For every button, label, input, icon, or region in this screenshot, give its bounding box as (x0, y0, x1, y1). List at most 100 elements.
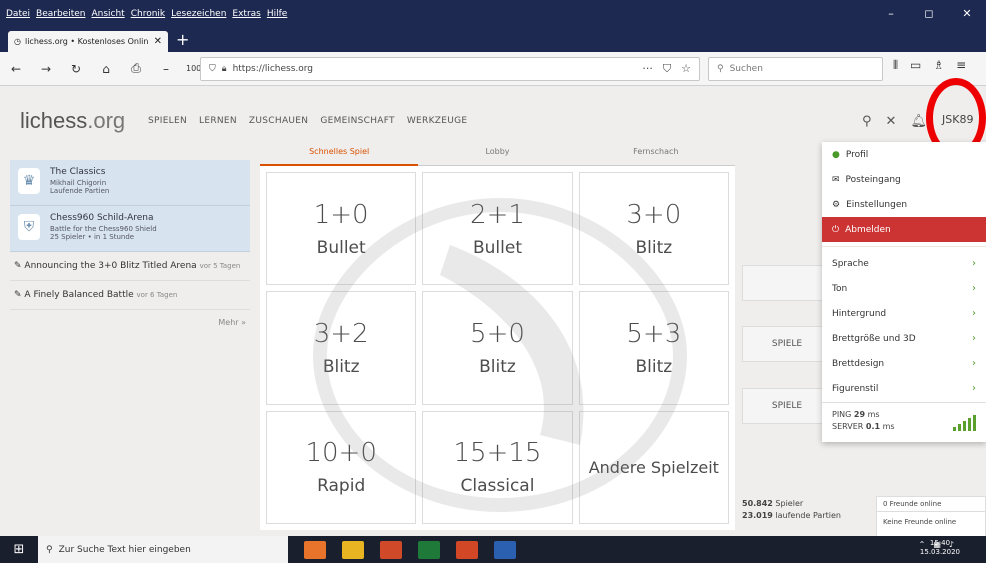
menu-item-label: Brettdesign (832, 358, 885, 369)
signal-bar (973, 415, 976, 431)
menu-lesezeichen[interactable]: Lesezeichen (171, 9, 226, 19)
search-icon: ⚲ (46, 544, 53, 555)
news-title[interactable]: Announcing the 3+0 Blitz Titled Arena (24, 261, 196, 271)
news-item[interactable]: ✎ Announcing the 3+0 Blitz Titled Arena … (10, 252, 250, 281)
menu-item-brettgroesse[interactable]: Brettgröße und 3D › (822, 326, 986, 351)
site-search-icon[interactable]: ⚲ (862, 114, 872, 129)
nav-gemeinschaft[interactable]: GEMEINSCHAFT (320, 116, 395, 126)
reload-button[interactable]: ↻ (66, 62, 86, 76)
no-friends-text: Keine Freunde online (883, 518, 957, 526)
menu-extras[interactable]: Extras (232, 9, 260, 19)
bookmark-star-icon[interactable]: ☆ (681, 62, 691, 76)
menu-item-figurenstil[interactable]: Figurenstil › (822, 376, 986, 401)
create-game-button[interactable] (742, 265, 832, 301)
taskbar-clock[interactable]: 15:40 15.03.2020 (920, 539, 960, 557)
zoom-out-button[interactable]: – (156, 62, 176, 76)
menu-hilfe[interactable]: Hilfe (267, 9, 287, 19)
tournament-item[interactable]: ⛨ Chess960 Schild-Arena Battle for the C… (10, 206, 250, 252)
pairing-button[interactable]: 2+1 Bullet (422, 172, 573, 286)
chevron-right-icon: › (972, 258, 976, 269)
menu-chronik[interactable]: Chronik (131, 9, 165, 19)
word-icon[interactable] (494, 540, 516, 559)
menu-icon[interactable]: ≡ (956, 58, 966, 73)
menu-item-hintergrund[interactable]: Hintergrund › (822, 301, 986, 326)
close-window-button[interactable]: ✕ (948, 0, 986, 28)
file-explorer-icon[interactable] (342, 540, 364, 559)
more-link[interactable]: Mehr » (10, 310, 250, 335)
notification-icon[interactable]: 🔔︎ (910, 114, 927, 129)
tab-schnelles-spiel[interactable]: Schnelles Spiel (260, 144, 419, 166)
back-button[interactable]: ← (6, 62, 26, 76)
nav-lernen[interactable]: LERNEN (199, 116, 237, 126)
menu-item-ton[interactable]: Ton › (822, 276, 986, 301)
menu-item-sprache[interactable]: Sprache › (822, 251, 986, 276)
library-icon[interactable]: ⫴ (893, 58, 898, 73)
custom-time-button[interactable]: Andere Spielzeit (578, 410, 729, 524)
window-controls: – ◻ ✕ (872, 0, 986, 28)
tab-fernschach[interactable]: Fernschach (576, 144, 735, 166)
pairing-button[interactable]: 15+15 Classical (422, 410, 573, 524)
menu-bearbeiten[interactable]: Bearbeiten (36, 9, 85, 19)
chevron-right-icon: › (972, 383, 976, 394)
nav-werkzeuge[interactable]: WERKZEUGE (407, 116, 468, 126)
pen-icon: ✎ (14, 261, 22, 271)
sidebar-icon[interactable]: ▭ (910, 58, 921, 73)
home-button[interactable]: ⌂ (96, 62, 116, 76)
forward-button[interactable]: → (36, 62, 56, 76)
menu-ansicht[interactable]: Ansicht (91, 9, 124, 19)
maximize-button[interactable]: ◻ (910, 0, 948, 28)
menu-item-abmelden[interactable]: ⏻ Abmelden (822, 217, 986, 242)
play-friend-button[interactable]: SPIELE (742, 326, 832, 362)
friends-box[interactable]: 0 Freunde online Keine Freunde online (876, 496, 986, 538)
signal-bars-icon (953, 415, 976, 431)
close-icon[interactable]: ✕ (886, 114, 897, 129)
nav-zuschauen[interactable]: ZUSCHAUEN (249, 116, 308, 126)
browser-tab[interactable]: ◷ lichess.org • Kostenloses Onlin ✕ (8, 31, 168, 52)
powerpoint-icon[interactable] (456, 540, 478, 559)
search-input[interactable]: ⚲ Suchen (708, 57, 883, 81)
tab-lobby[interactable]: Lobby (418, 144, 577, 166)
taskbar-search[interactable]: ⚲ Zur Suche Text hier eingeben (38, 536, 288, 563)
menu-datei[interactable]: Datei (6, 9, 30, 19)
windows-start-icon[interactable]: ⊞ (0, 542, 38, 557)
url-bar[interactable]: ⛉ 🔒︎ https://lichess.org ··· ⛉ ☆ (200, 57, 700, 81)
excel-icon[interactable] (418, 540, 440, 559)
games-label: laufende Partien (775, 511, 841, 520)
site-logo[interactable]: lichess.org (20, 108, 125, 134)
play-computer-button[interactable]: SPIELE (742, 388, 832, 424)
news-title[interactable]: A Finely Balanced Battle (24, 290, 133, 300)
games-stat: 23.019 laufende Partien (742, 510, 841, 522)
user-dropdown: ● Profil ✉ Posteingang ⚙ Einstellungen ⏻ Abm… (822, 142, 986, 442)
pairing-button[interactable]: 10+0 Rapid (266, 410, 417, 524)
close-tab-icon[interactable]: ✕ (154, 36, 162, 47)
menu-item-label: Sprache (832, 258, 869, 269)
left-column: ♛ The Classics Mikhail Chigorin Laufende… (10, 160, 250, 335)
minimize-button[interactable]: – (872, 0, 910, 28)
new-tab-button[interactable]: + (176, 30, 189, 49)
firefox-icon[interactable] (304, 540, 326, 559)
pairing-button[interactable]: 3+2 Blitz (266, 291, 417, 405)
signal-bar (963, 421, 966, 431)
site-header: lichess.org SPIELEN LERNEN ZUSCHAUEN GEM… (0, 86, 986, 148)
url-text[interactable]: https://lichess.org (233, 64, 313, 74)
pairing-button[interactable]: 3+0 Blitz (578, 172, 729, 286)
news-age: vor 5 Tagen (199, 262, 241, 270)
more-icon[interactable]: ··· (642, 62, 653, 76)
menu-item-profil[interactable]: ● Profil (822, 142, 986, 167)
pairing-button[interactable]: 5+3 Blitz (578, 291, 729, 405)
news-item[interactable]: ✎ A Finely Balanced Battle vor 6 Tagen (10, 281, 250, 310)
chevron-right-icon: › (972, 308, 976, 319)
print-button[interactable]: ⎙ (126, 61, 146, 76)
nav-spielen[interactable]: SPIELEN (148, 116, 187, 126)
office-icon[interactable] (380, 540, 402, 559)
extension-icon[interactable]: ♗ (933, 58, 944, 73)
menu-item-posteingang[interactable]: ✉ Posteingang (822, 167, 986, 192)
menu-item-brettdesign[interactable]: Brettdesign › (822, 351, 986, 376)
pairing-button[interactable]: 1+0 Bullet (266, 172, 417, 286)
tournament-status: 25 Spieler • in 1 Stunde (50, 233, 135, 241)
pocket-icon[interactable]: ⛉ (663, 62, 671, 76)
pairing-button[interactable]: 5+0 Blitz (422, 291, 573, 405)
online-stats: 50.842 Spieler 23.019 laufende Partien (742, 498, 841, 522)
menu-item-einstellungen[interactable]: ⚙ Einstellungen (822, 192, 986, 217)
tournament-item[interactable]: ♛ The Classics Mikhail Chigorin Laufende… (10, 160, 250, 206)
